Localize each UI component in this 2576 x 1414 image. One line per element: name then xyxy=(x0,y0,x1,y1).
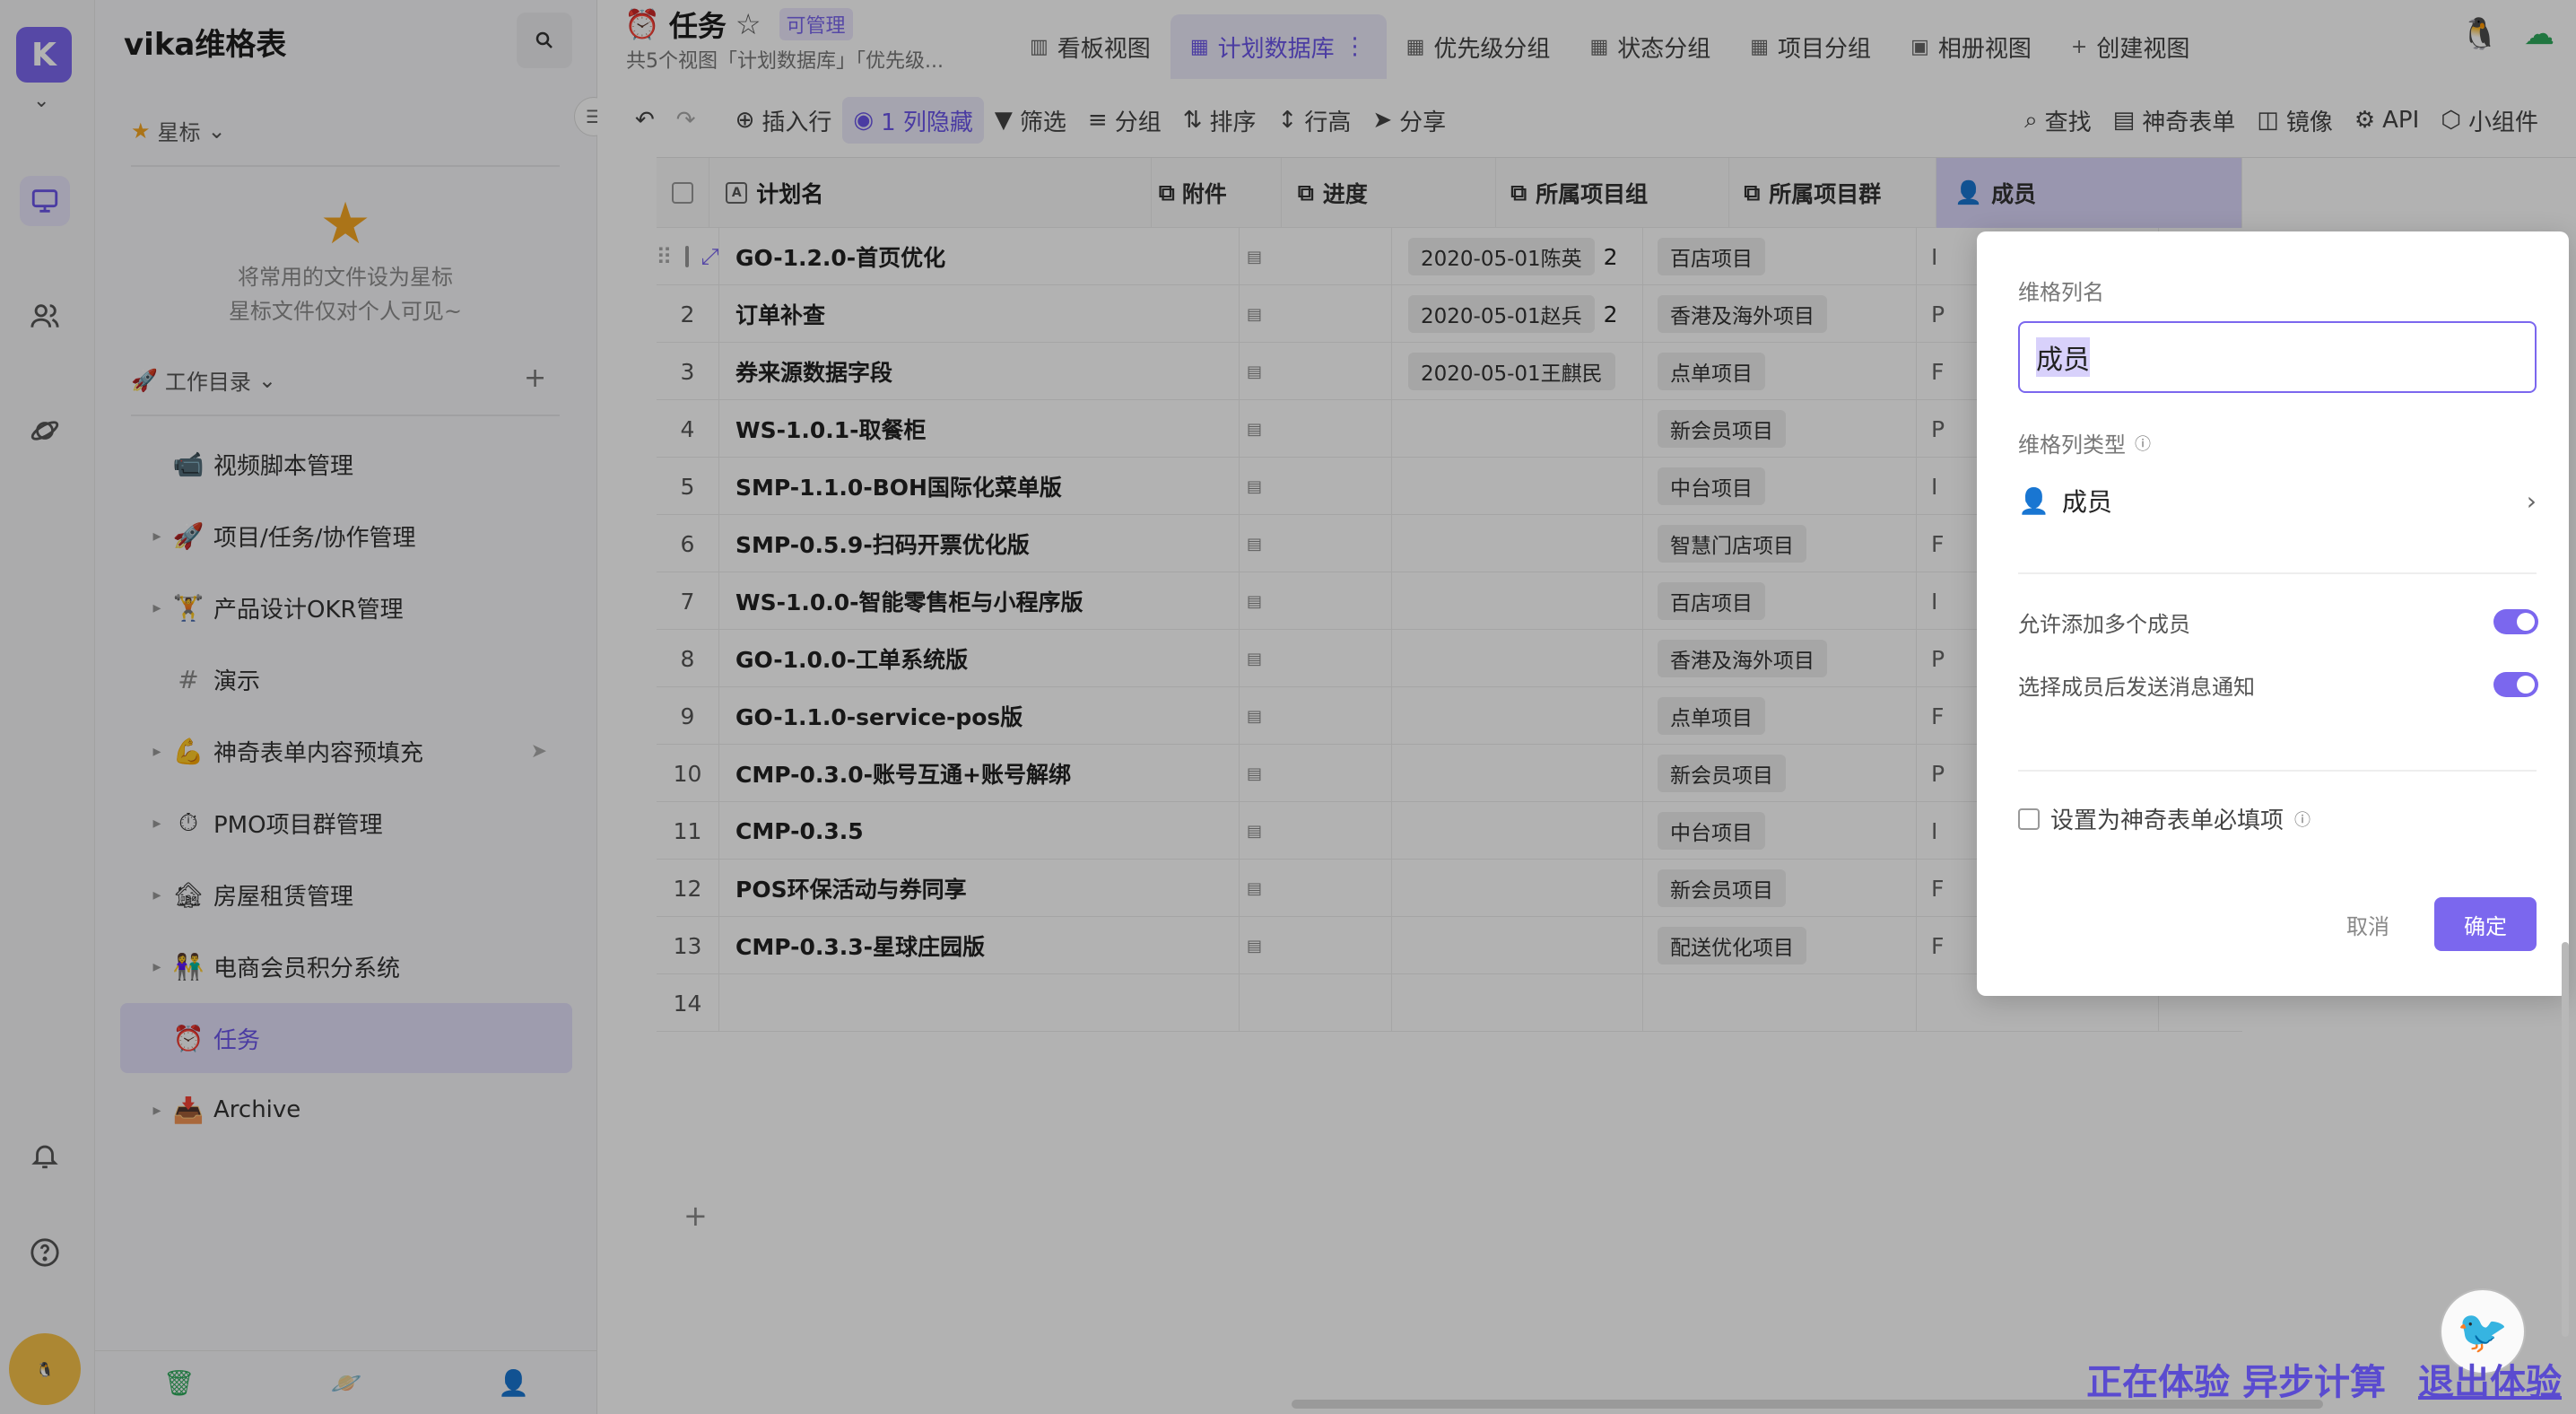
experience-label: 正在体验 异步计算 xyxy=(2086,1362,2386,1403)
confirm-button[interactable]: 确定 xyxy=(2434,897,2537,951)
cancel-button[interactable]: 取消 xyxy=(2314,897,2422,951)
field-settings-panel: 维格列名 成员 维格列类型 ⓘ 👤 成员 › 允许添加多个成员 选择成员后发送消… xyxy=(1977,231,2569,996)
vertical-scrollbar[interactable] xyxy=(2562,942,2569,1337)
required-form-checkbox[interactable]: 设置为神奇表单必填项 ⓘ xyxy=(2018,802,2311,835)
required-form-label: 设置为神奇表单必填项 xyxy=(2050,807,2284,834)
exit-experience-link[interactable]: 退出体验 xyxy=(2418,1353,2562,1405)
column-type-value: 成员 xyxy=(2061,487,2112,517)
allow-multiple-members-option: 允许添加多个成员 xyxy=(2006,592,2551,651)
column-type-select[interactable]: 👤 成员 › xyxy=(2018,474,2537,528)
column-type-label-row: 维格列类型 ⓘ xyxy=(2018,427,2151,458)
column-type-label: 维格列类型 xyxy=(2018,432,2126,458)
notify-label: 选择成员后发送消息通知 xyxy=(2018,674,2255,700)
member-icon: 👤 xyxy=(2018,485,2049,516)
column-name-label: 维格列名 xyxy=(2018,280,2104,305)
allow-multiple-label: 允许添加多个成员 xyxy=(2018,611,2190,637)
divider xyxy=(2018,572,2537,574)
chevron-right-icon: › xyxy=(2526,485,2537,516)
experience-banner: 正在体验 异步计算 退出体验 xyxy=(2086,1353,2562,1405)
notify-toggle[interactable] xyxy=(2493,672,2538,697)
question-icon[interactable]: ⓘ xyxy=(2135,432,2151,455)
divider xyxy=(2018,770,2537,772)
notify-option: 选择成员后发送消息通知 xyxy=(2006,655,2551,714)
question-icon[interactable]: ⓘ xyxy=(2294,807,2311,831)
allow-multiple-toggle[interactable] xyxy=(2493,609,2538,634)
checkbox-box xyxy=(2018,807,2040,830)
column-name-input[interactable]: 成员 xyxy=(2018,321,2537,393)
column-name-value: 成员 xyxy=(2036,337,2090,377)
